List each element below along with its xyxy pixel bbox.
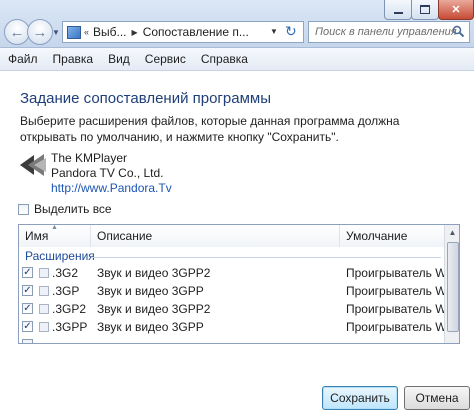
column-header-label: Умолчание xyxy=(346,229,408,243)
table-row[interactable]: ✓ .3G2 Звук и видео 3GPP2 Проигрыватель … xyxy=(19,264,459,282)
row-checkbox xyxy=(22,339,33,343)
row-name: .3GPP xyxy=(52,320,88,334)
row-checkbox[interactable]: ✓ xyxy=(22,321,33,332)
save-button[interactable]: Сохранить xyxy=(322,386,398,410)
menu-view[interactable]: Вид xyxy=(100,52,137,66)
page-title: Задание сопоставлений программы xyxy=(20,90,271,107)
column-header-label: Описание xyxy=(97,229,153,243)
minimize-button[interactable] xyxy=(384,0,412,20)
row-name: .3GP xyxy=(52,284,80,298)
sort-arrow-icon: ▲ xyxy=(51,224,58,231)
menu-help[interactable]: Справка xyxy=(193,52,255,66)
row-default: Проигрыватель Windows xyxy=(346,320,459,334)
file-icon xyxy=(39,322,49,332)
extensions-list[interactable]: Имя ▲ Описание Умолчание Расширения ✓ .3… xyxy=(18,224,460,344)
row-description: Звук и видео 3GPP2 xyxy=(97,302,211,316)
row-default: Проигрыватель Windows xyxy=(346,284,459,298)
column-header-label: Имя xyxy=(25,229,49,243)
search-input[interactable]: Поиск в панели управления xyxy=(309,26,457,38)
menu-file[interactable]: Файл xyxy=(0,52,45,66)
control-panel-icon xyxy=(67,25,81,39)
navigation-bar: ✕ ← → ▼ « Выб... ▶ Сопоставление п... ▼ … xyxy=(0,0,474,48)
page-description: Выберите расширения файлов, которые данн… xyxy=(20,114,400,144)
select-all-label: Выделить все xyxy=(34,202,112,216)
menu-bar: Файл Правка Вид Сервис Справка xyxy=(0,48,474,71)
checkbox-box[interactable] xyxy=(18,203,29,215)
file-icon xyxy=(39,286,49,296)
table-row[interactable]: ✓ .3GP2 Звук и видео 3GPP2 Проигрыватель… xyxy=(19,300,459,318)
address-bar[interactable]: « Выб... ▶ Сопоставление п... ▼ ↻ xyxy=(62,21,304,43)
row-checkbox[interactable]: ✓ xyxy=(22,267,33,278)
back-arrow-icon: ← xyxy=(9,23,25,41)
scrollbar-thumb[interactable] xyxy=(447,242,459,332)
column-header-description[interactable]: Описание xyxy=(91,225,340,247)
row-default: Проигрыватель Windows xyxy=(346,302,459,316)
program-name: The KMPlayer xyxy=(51,151,128,165)
file-icon xyxy=(39,304,49,314)
maximize-button[interactable] xyxy=(411,0,439,20)
group-header: Расширения xyxy=(25,249,95,263)
group-divider xyxy=(91,257,441,258)
menu-edit[interactable]: Правка xyxy=(45,52,101,66)
refresh-icon[interactable]: ↻ xyxy=(285,23,297,40)
row-description: Звук и видео 3GPP2 xyxy=(97,266,211,280)
table-row[interactable]: ✓ .3GPP Звук и видео 3GPP Проигрыватель … xyxy=(19,318,459,336)
kmplayer-logo-icon xyxy=(18,149,48,181)
minimize-icon xyxy=(393,11,403,14)
forward-arrow-icon: → xyxy=(32,23,48,41)
search-box[interactable]: Поиск в панели управления xyxy=(308,21,470,43)
row-checkbox[interactable]: ✓ xyxy=(22,303,33,314)
partial-row xyxy=(19,336,444,343)
cancel-button[interactable]: Отмена xyxy=(404,386,470,410)
breadcrumb-item[interactable]: Сопоставление п... xyxy=(143,25,249,39)
row-description: Звук и видео 3GPP xyxy=(97,320,204,334)
close-icon: ✕ xyxy=(451,4,461,16)
row-name: .3G2 xyxy=(52,266,79,280)
row-name: .3GP2 xyxy=(52,302,87,316)
select-all-checkbox[interactable]: Выделить все xyxy=(18,202,112,216)
search-icon[interactable] xyxy=(452,25,465,41)
breadcrumb-separator-icon: « xyxy=(84,27,90,37)
row-description: Звук и видео 3GPP xyxy=(97,284,204,298)
vertical-scrollbar[interactable]: ▲ xyxy=(444,225,459,343)
recent-pages-dropdown[interactable]: ▼ xyxy=(52,28,60,37)
row-checkbox[interactable]: ✓ xyxy=(22,285,33,296)
column-header-default[interactable]: Умолчание xyxy=(340,225,444,247)
breadcrumb-item[interactable]: Выб... xyxy=(93,25,127,39)
table-row[interactable]: ✓ .3GP Звук и видео 3GPP Проигрыватель W… xyxy=(19,282,459,300)
forward-button[interactable]: → xyxy=(27,19,53,45)
row-default: Проигрыватель Windows xyxy=(346,266,459,280)
menu-tools[interactable]: Сервис xyxy=(137,52,193,66)
breadcrumb-separator-icon: ▶ xyxy=(131,27,138,37)
maximize-icon xyxy=(420,5,430,14)
program-url-link[interactable]: http://www.Pandora.Tv xyxy=(51,180,172,196)
address-dropdown-icon[interactable]: ▼ xyxy=(270,27,278,36)
column-header-name[interactable]: Имя ▲ xyxy=(19,225,91,247)
file-icon xyxy=(39,268,49,278)
close-button[interactable]: ✕ xyxy=(438,0,474,20)
program-company: Pandora TV Co., Ltd. xyxy=(51,166,164,180)
scroll-up-arrow-icon[interactable]: ▲ xyxy=(445,225,459,240)
